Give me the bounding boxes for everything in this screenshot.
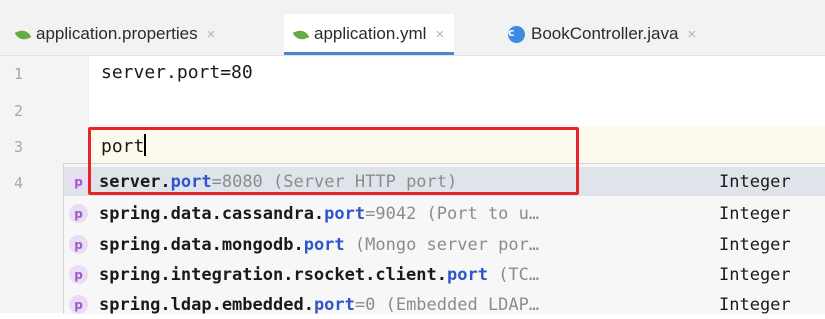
line-number: 2 [14,102,24,120]
highlight-box [88,127,579,195]
completion-item[interactable]: p spring.integration.rsocket.client.port… [64,260,825,289]
line-number: 4 [14,174,24,192]
line-number: 1 [14,65,24,83]
completion-type: Integer [719,264,791,285]
completion-type: Integer [719,294,791,315]
completion-item[interactable]: p spring.data.cassandra.port=9042 (Port … [64,199,825,228]
line-number: 3 [14,138,24,156]
completion-text: spring.data.cassandra.port=9042 (Port to… [99,204,539,224]
completion-prefix: spring.integration.rsocket.client. [99,264,447,285]
completion-text: spring.integration.rsocket.client.port (… [99,265,539,285]
completion-hint: =0 (Embedded LDAP… [354,294,540,315]
tab-application-yml[interactable]: application.yml × [284,14,455,55]
completion-text: spring.ldap.embedded.port=0 (Embedded LD… [99,295,539,315]
class-icon: c [508,25,525,43]
completion-prefix: spring.data.mongodb. [99,234,304,255]
completion-match: port [447,264,488,285]
completion-match: port [313,294,355,315]
close-icon[interactable]: × [687,26,696,43]
completion-type: Integer [719,203,791,224]
completion-item[interactable]: p spring.ldap.embedded.port=0 (Embedded … [64,290,825,319]
property-icon: p [69,235,88,254]
tab-label: application.properties [36,24,198,43]
completion-hint: (TC… [487,264,540,285]
completion-prefix: spring.data.cassandra. [99,203,325,224]
tab-book-controller-java[interactable]: c BookController.java × [508,14,696,54]
completion-match: port [324,203,366,224]
completion-hint: (Mongo server por… [344,234,540,255]
code-text: server.port=80 [101,62,253,83]
spring-leaf-icon [14,27,32,43]
tab-label: BookController.java [531,24,679,43]
editor-tab-bar: application.properties × application.yml… [0,0,825,56]
completion-type: Integer [719,234,791,255]
property-icon: p [69,295,88,314]
completion-match: port [303,234,345,255]
completion-prefix: spring.ldap.embedded. [99,294,314,315]
completion-text: spring.data.mongodb.port (Mongo server p… [99,235,539,255]
property-icon: p [69,172,88,191]
code-line-1[interactable]: server.port=80 [101,62,253,83]
completion-item[interactable]: p spring.data.mongodb.port (Mongo server… [64,230,825,259]
close-icon[interactable]: × [207,26,216,43]
spring-leaf-icon [292,27,310,43]
completion-type: Integer [719,171,791,192]
property-icon: p [69,265,88,284]
property-icon: p [69,204,88,223]
tab-label: application.yml [314,24,427,43]
close-icon[interactable]: × [435,26,444,43]
completion-hint: =9042 (Port to u… [365,203,540,224]
tab-application-properties[interactable]: application.properties × [14,14,216,54]
